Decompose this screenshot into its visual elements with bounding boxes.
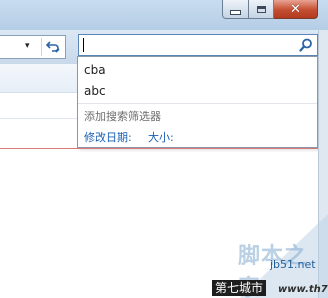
minimize-button[interactable] <box>222 0 249 19</box>
search-input[interactable] <box>78 34 318 56</box>
refresh-button[interactable] <box>41 38 64 56</box>
watermark-url: jb51.net <box>270 258 316 271</box>
filter-size[interactable]: 大小: <box>148 129 174 145</box>
close-button[interactable]: ✕ <box>274 0 318 19</box>
close-icon: ✕ <box>290 1 301 17</box>
filter-date-modified[interactable]: 修改日期: <box>84 129 132 145</box>
dropdown-separator <box>78 103 317 104</box>
search-history-item[interactable]: abc <box>84 84 106 98</box>
refresh-icon <box>46 41 60 53</box>
maximize-icon <box>256 5 266 13</box>
search-suggestions-dropdown: cba abc 添加搜索筛选器 修改日期: 大小: <box>77 56 318 148</box>
row-highlight-line <box>0 148 318 149</box>
watermark-site: www.th7.cn <box>278 284 328 295</box>
watermark-badge: 第七城市 <box>212 280 267 296</box>
file-list-header <box>0 64 78 93</box>
search-icon[interactable] <box>299 38 313 52</box>
address-bar[interactable]: ▾ <box>0 35 66 59</box>
watermark: 脚本之家 jb51.net 第七城市 www.th7.cn <box>200 214 328 298</box>
address-dropdown-icon[interactable]: ▾ <box>25 41 30 51</box>
maximize-button[interactable] <box>249 0 274 19</box>
add-search-filter-label: 添加搜索筛选器 <box>84 110 161 123</box>
file-list-divider <box>0 118 78 119</box>
text-caret <box>83 38 84 52</box>
minimize-icon <box>230 9 241 15</box>
search-history-item[interactable]: cba <box>84 63 106 77</box>
